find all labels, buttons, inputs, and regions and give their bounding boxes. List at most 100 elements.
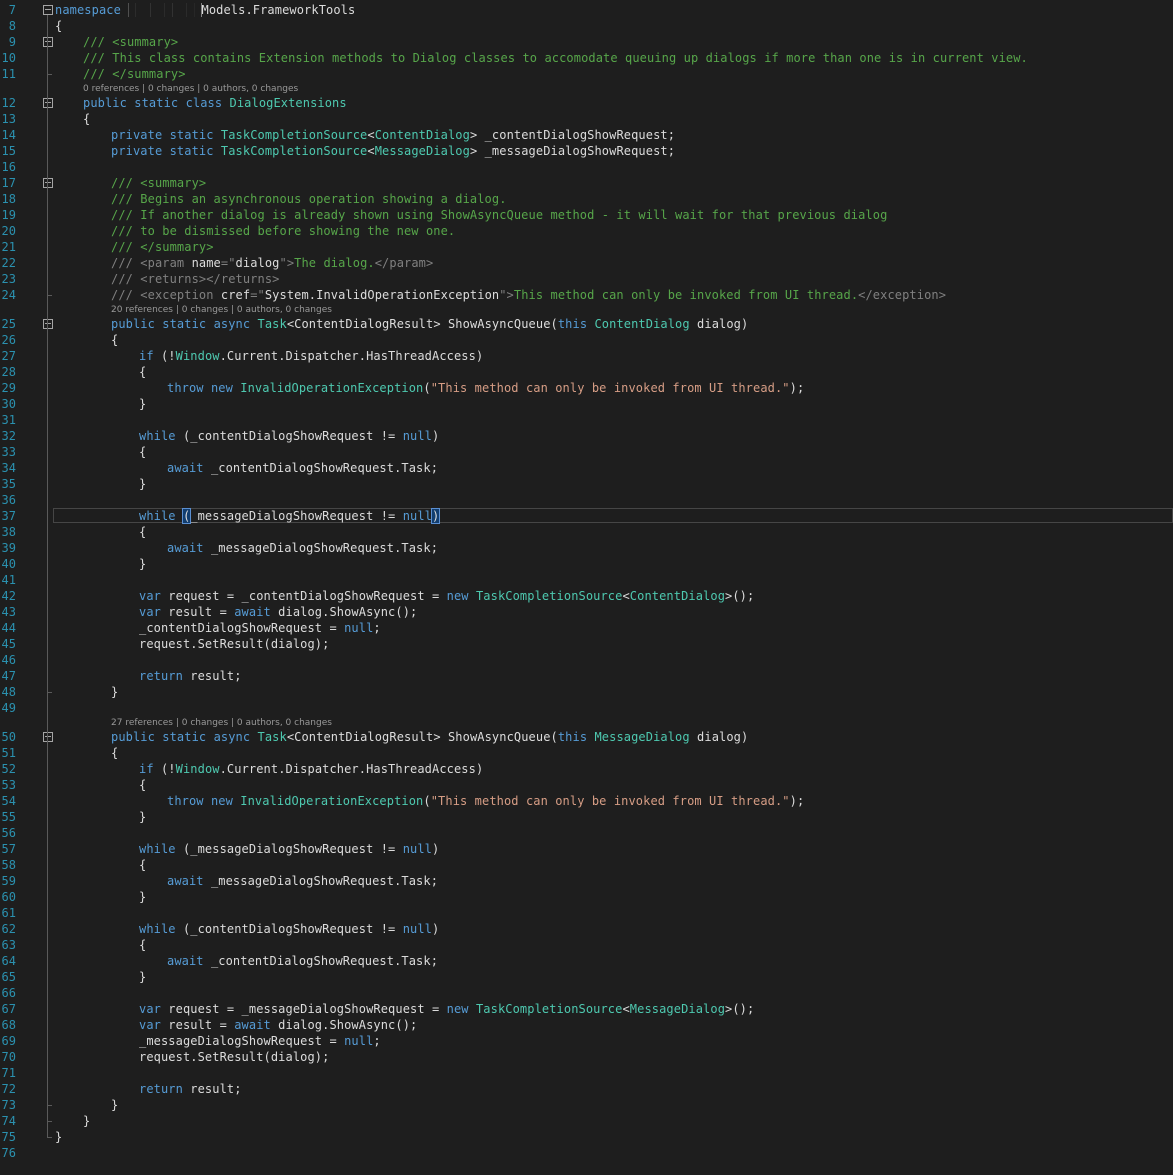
code-line[interactable]: 54 throw new InvalidOperationException("T…: [0, 793, 1173, 809]
code-token: request.SetResult(dialog);: [139, 1050, 330, 1064]
code-line[interactable]: 25 public static async Task<ContentDialog…: [0, 316, 1173, 332]
code-line[interactable]: 10 /// This class contains Extension meth…: [0, 50, 1173, 66]
line-number: 67: [1, 1002, 16, 1016]
code-line[interactable]: 38 {: [0, 524, 1173, 540]
code-line[interactable]: 26 {: [0, 332, 1173, 348]
code-line[interactable]: 75}: [0, 1129, 1173, 1145]
code-line[interactable]: 23 /// <returns></returns>: [0, 271, 1173, 287]
code-token: return: [139, 669, 183, 683]
code-line[interactable]: 63 {: [0, 937, 1173, 953]
code-line[interactable]: 42 var request = _contentDialogShowReques…: [0, 588, 1173, 604]
collapse-region-icon[interactable]: [43, 98, 53, 108]
code-line[interactable]: 74}: [0, 1113, 1173, 1129]
code-line[interactable]: 36: [0, 492, 1173, 508]
code-line[interactable]: 35}: [0, 476, 1173, 492]
code-line[interactable]: 46: [0, 652, 1173, 668]
code-line[interactable]: 56: [0, 825, 1173, 841]
code-line[interactable]: 44 _contentDialogShowRequest = null;: [0, 620, 1173, 636]
code-token: }: [139, 477, 147, 491]
code-line[interactable]: 15 private static TaskCompletionSource<Me…: [0, 143, 1173, 159]
code-line[interactable]: 8{: [0, 18, 1173, 34]
line-number: 60: [1, 890, 16, 904]
code-line[interactable]: 76: [0, 1145, 1173, 1161]
code-line[interactable]: 11 /// </summary>: [0, 66, 1173, 82]
code-line[interactable]: 59 await _messageDialogShowRequest.Task;: [0, 873, 1173, 889]
code-line[interactable]: 69 _messageDialogShowRequest = null;: [0, 1033, 1173, 1049]
code-token: request = _messageDialogShowRequest =: [160, 1002, 447, 1016]
code-line[interactable]: 50 public static async Task<ContentDialog…: [0, 729, 1173, 745]
codelens-indicator[interactable]: 27 references | 0 changes | 0 authors, 0…: [111, 717, 332, 729]
code-line[interactable]: 57 while (_messageDialogShowRequest != nu…: [0, 841, 1173, 857]
code-line[interactable]: 27 if (!Window.Current.Dispatcher.HasThre…: [0, 348, 1173, 364]
code-line[interactable]: 12 public static class DialogExtensions: [0, 95, 1173, 111]
code-token: /// </summary>: [111, 240, 214, 254]
code-line[interactable]: 70 request.SetResult(dialog);: [0, 1049, 1173, 1065]
code-line[interactable]: 66: [0, 985, 1173, 1001]
code-line[interactable]: 68 var result = await dialog.ShowAsync();: [0, 1017, 1173, 1033]
code-line[interactable]: 29 throw new InvalidOperationException("T…: [0, 380, 1173, 396]
code-line[interactable]: 18 /// Begins an asynchronous operation s…: [0, 191, 1173, 207]
code-line[interactable]: 73}: [0, 1097, 1173, 1113]
code-line[interactable]: 49: [0, 700, 1173, 716]
code-line[interactable]: 9 /// <summary>: [0, 34, 1173, 50]
code-line[interactable]: 62 while (_contentDialogShowRequest != nu…: [0, 921, 1173, 937]
code-line[interactable]: 30}: [0, 396, 1173, 412]
code-text: }: [139, 556, 146, 572]
code-text: public static async Task<ContentDialogRe…: [111, 729, 748, 745]
codelens-indicator[interactable]: 20 references | 0 changes | 0 authors, 0…: [111, 304, 332, 316]
code-line[interactable]: 64 await _contentDialogShowRequest.Task;: [0, 953, 1173, 969]
collapse-region-icon[interactable]: [43, 37, 53, 47]
line-number: 65: [1, 970, 16, 984]
code-line[interactable]: 41: [0, 572, 1173, 588]
code-line[interactable]: 14 private static TaskCompletionSource<Co…: [0, 127, 1173, 143]
code-line[interactable]: 20 /// to be dismissed before showing the…: [0, 223, 1173, 239]
code-line[interactable]: 65}: [0, 969, 1173, 985]
code-editor[interactable]: 7 namespace ██████████Models.FrameworkToo…: [0, 0, 1173, 1175]
code-text: {: [111, 745, 118, 761]
collapse-region-icon[interactable]: [43, 5, 53, 15]
collapse-region-icon[interactable]: [43, 319, 53, 329]
code-line[interactable]: 28 {: [0, 364, 1173, 380]
code-line[interactable]: 71: [0, 1065, 1173, 1081]
code-line[interactable]: 72 return result;: [0, 1081, 1173, 1097]
code-line[interactable]: 22 /// <param name="dialog">The dialog.</…: [0, 255, 1173, 271]
code-line[interactable]: 55}: [0, 809, 1173, 825]
code-token: {: [139, 525, 147, 539]
code-line[interactable]: 21 /// </summary>: [0, 239, 1173, 255]
code-line[interactable]: 39 await _messageDialogShowRequest.Task;: [0, 540, 1173, 556]
code-line-current[interactable]: 37 while (_messageDialogShowRequest != nu…: [0, 508, 1173, 524]
code-line[interactable]: 40}: [0, 556, 1173, 572]
code-line[interactable]: 48}: [0, 684, 1173, 700]
code-line[interactable]: 32 while (_contentDialogShowRequest != nu…: [0, 428, 1173, 444]
codelens-indicator[interactable]: 0 references | 0 changes | 0 authors, 0 …: [83, 83, 298, 95]
code-line[interactable]: 67 var request = _messageDialogShowReques…: [0, 1001, 1173, 1017]
code-line[interactable]: 24 /// <exception cref="System.InvalidOpe…: [0, 287, 1173, 303]
code-text: var result = await dialog.ShowAsync();: [139, 1017, 417, 1033]
code-line[interactable]: 52 if (!Window.Current.Dispatcher.HasThre…: [0, 761, 1173, 777]
code-line[interactable]: 34 await _contentDialogShowRequest.Task;: [0, 460, 1173, 476]
code-line[interactable]: 33 {: [0, 444, 1173, 460]
code-line[interactable]: 17 /// <summary>: [0, 175, 1173, 191]
code-line[interactable]: 19 /// If another dialog is already shown…: [0, 207, 1173, 223]
code-line[interactable]: 45 request.SetResult(dialog);: [0, 636, 1173, 652]
code-token: /// <summary>: [83, 35, 179, 49]
code-line[interactable]: 43 var result = await dialog.ShowAsync();: [0, 604, 1173, 620]
code-line[interactable]: 61: [0, 905, 1173, 921]
code-line[interactable]: 7 namespace ██████████Models.FrameworkToo…: [0, 2, 1173, 18]
line-number: 37: [1, 509, 16, 523]
code-line[interactable]: 47 return result;: [0, 668, 1173, 684]
code-line[interactable]: 58 {: [0, 857, 1173, 873]
code-line[interactable]: 51 {: [0, 745, 1173, 761]
collapse-region-icon[interactable]: [43, 732, 53, 742]
code-line[interactable]: 13 {: [0, 111, 1173, 127]
collapse-region-icon[interactable]: [43, 178, 53, 188]
code-token: private: [111, 128, 163, 142]
code-line[interactable]: 53 {: [0, 777, 1173, 793]
line-number: 8: [8, 19, 16, 33]
line-number: 52: [1, 762, 16, 776]
code-line[interactable]: 60}: [0, 889, 1173, 905]
code-line[interactable]: 16: [0, 159, 1173, 175]
code-line[interactable]: 31: [0, 412, 1173, 428]
